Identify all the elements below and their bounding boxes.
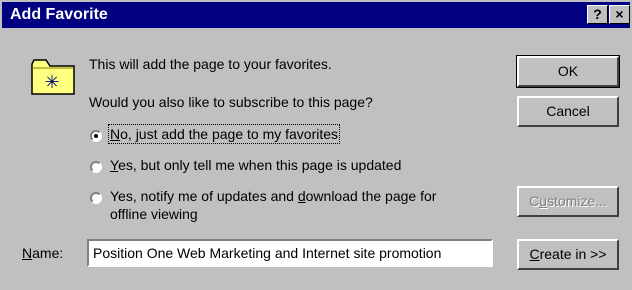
option-notify-only-text: es, but only tell me when this page is u…	[118, 157, 402, 173]
svg-text:✳: ✳	[44, 72, 59, 93]
option-notify-download-text-post: ownload the page for	[305, 188, 437, 204]
folder-star-icon: ✳	[31, 59, 75, 95]
title-bar[interactable]: Add Favorite ? ×	[2, 2, 630, 28]
name-input[interactable]	[87, 239, 493, 267]
name-label-mnemonic: N	[22, 245, 33, 261]
name-label-text: ame:	[32, 245, 64, 261]
cancel-button[interactable]: Cancel	[517, 96, 619, 127]
dialog-title: Add Favorite	[10, 6, 108, 23]
radio-notify-download[interactable]	[90, 192, 102, 204]
create-in-mnemonic: C	[529, 246, 540, 262]
radio-add-only[interactable]	[90, 130, 102, 142]
option-notify-only-label[interactable]: Yes, but only tell me when this page is …	[110, 157, 401, 173]
message-line-2: Would you also like to subscribe to this…	[89, 94, 373, 110]
close-button[interactable]: ×	[609, 5, 630, 24]
customize-text-post: stomize...	[547, 193, 607, 209]
help-icon: ?	[593, 6, 602, 22]
radio-selected-dot	[94, 134, 98, 138]
close-icon: ×	[615, 6, 624, 22]
message-line-1: This will add the page to your favorites…	[89, 56, 332, 72]
customize-text-pre: C	[529, 193, 540, 209]
customize-mnemonic: u	[539, 193, 547, 209]
option-notify-download-label[interactable]: Yes, notify me of updates and download t…	[110, 188, 436, 204]
option-add-only-label[interactable]: No, just add the page to my favorites	[107, 124, 341, 144]
help-button[interactable]: ?	[587, 5, 608, 24]
radio-notify-only[interactable]	[90, 161, 102, 173]
create-in-button[interactable]: Create in >>	[517, 239, 619, 270]
create-in-text: reate in >>	[539, 246, 607, 262]
name-label: Name:	[22, 245, 63, 261]
option-add-only-text: o, just add the page to my favorites	[120, 126, 339, 142]
ok-button[interactable]: OK	[516, 55, 620, 88]
add-favorite-dialog: Add Favorite ? × ✳ This will add the pag…	[0, 0, 632, 290]
option-notify-only-mnemonic: Y	[110, 157, 119, 173]
option-add-only-mnemonic: N	[110, 126, 121, 142]
option-notify-download-text-pre: Yes, notify me of updates and	[110, 188, 298, 204]
customize-button[interactable]: Customize...	[517, 186, 619, 217]
option-notify-download-mnemonic: d	[297, 188, 306, 204]
option-notify-download-line2: offline viewing	[110, 206, 198, 222]
